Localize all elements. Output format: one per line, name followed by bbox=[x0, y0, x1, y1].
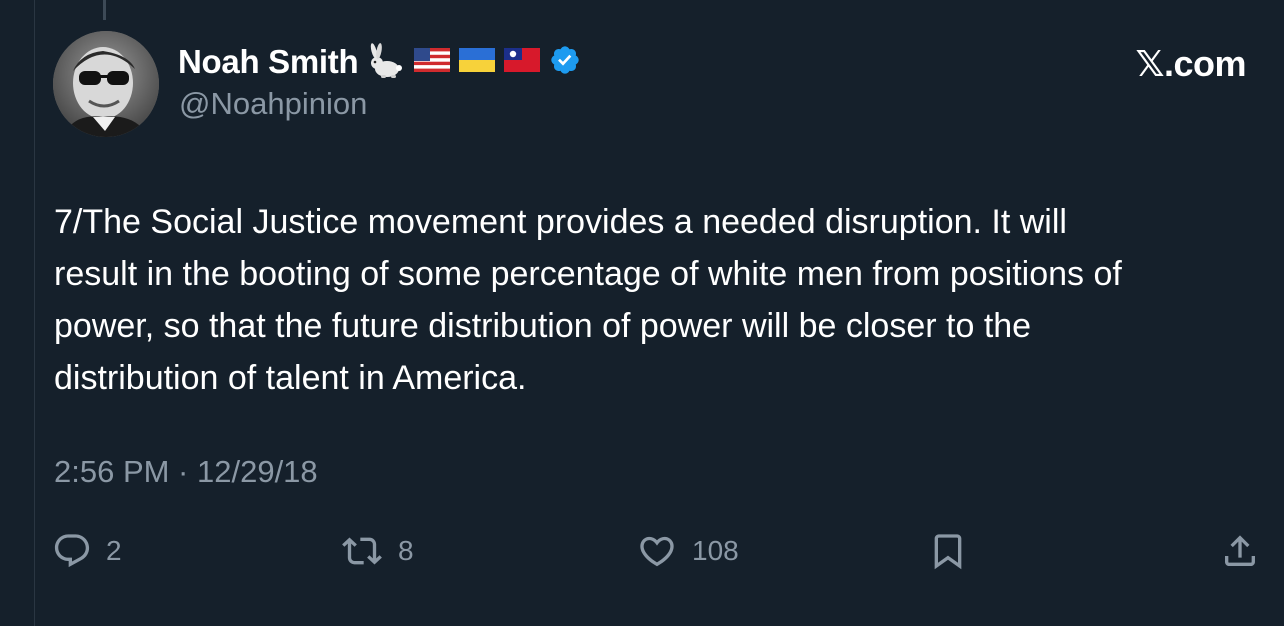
thread-connector-line bbox=[103, 0, 106, 20]
rabbit-icon bbox=[367, 43, 405, 81]
repost-button[interactable]: 8 bbox=[340, 528, 414, 574]
repost-count: 8 bbox=[398, 535, 414, 566]
author-name-row: Noah Smith bbox=[178, 40, 581, 84]
author-handle[interactable]: @Noahpinion bbox=[179, 86, 367, 122]
like-count: 108 bbox=[692, 535, 739, 566]
like-button[interactable]: 108 bbox=[636, 528, 739, 574]
repost-icon bbox=[340, 531, 384, 571]
x-brand-logo: 𝕏.com bbox=[1135, 43, 1246, 84]
reply-count: 2 bbox=[106, 535, 122, 566]
ukraine-flag-icon bbox=[459, 47, 496, 77]
bookmark-button[interactable] bbox=[928, 528, 968, 574]
tweet-card: Noah Smith @Noahpinion 𝕏.com 7/The Socia… bbox=[0, 0, 1284, 626]
tweet-timestamp[interactable]: 2:56 PM · 12/29/18 bbox=[54, 454, 318, 490]
display-name[interactable]: Noah Smith bbox=[178, 43, 359, 81]
us-flag-icon bbox=[414, 47, 451, 77]
bookmark-icon bbox=[928, 531, 968, 571]
avatar[interactable] bbox=[53, 31, 159, 137]
tweet-text: 7/The Social Justice movement provides a… bbox=[54, 203, 1122, 397]
verified-badge-icon bbox=[549, 44, 581, 81]
share-icon bbox=[1220, 531, 1260, 571]
share-button[interactable] bbox=[1220, 528, 1260, 574]
taiwan-flag-icon bbox=[504, 47, 541, 77]
reply-button[interactable]: 2 bbox=[52, 528, 122, 574]
reply-icon bbox=[52, 531, 92, 571]
heart-icon bbox=[636, 531, 678, 571]
action-bar: 2 8 108 bbox=[0, 528, 1284, 576]
